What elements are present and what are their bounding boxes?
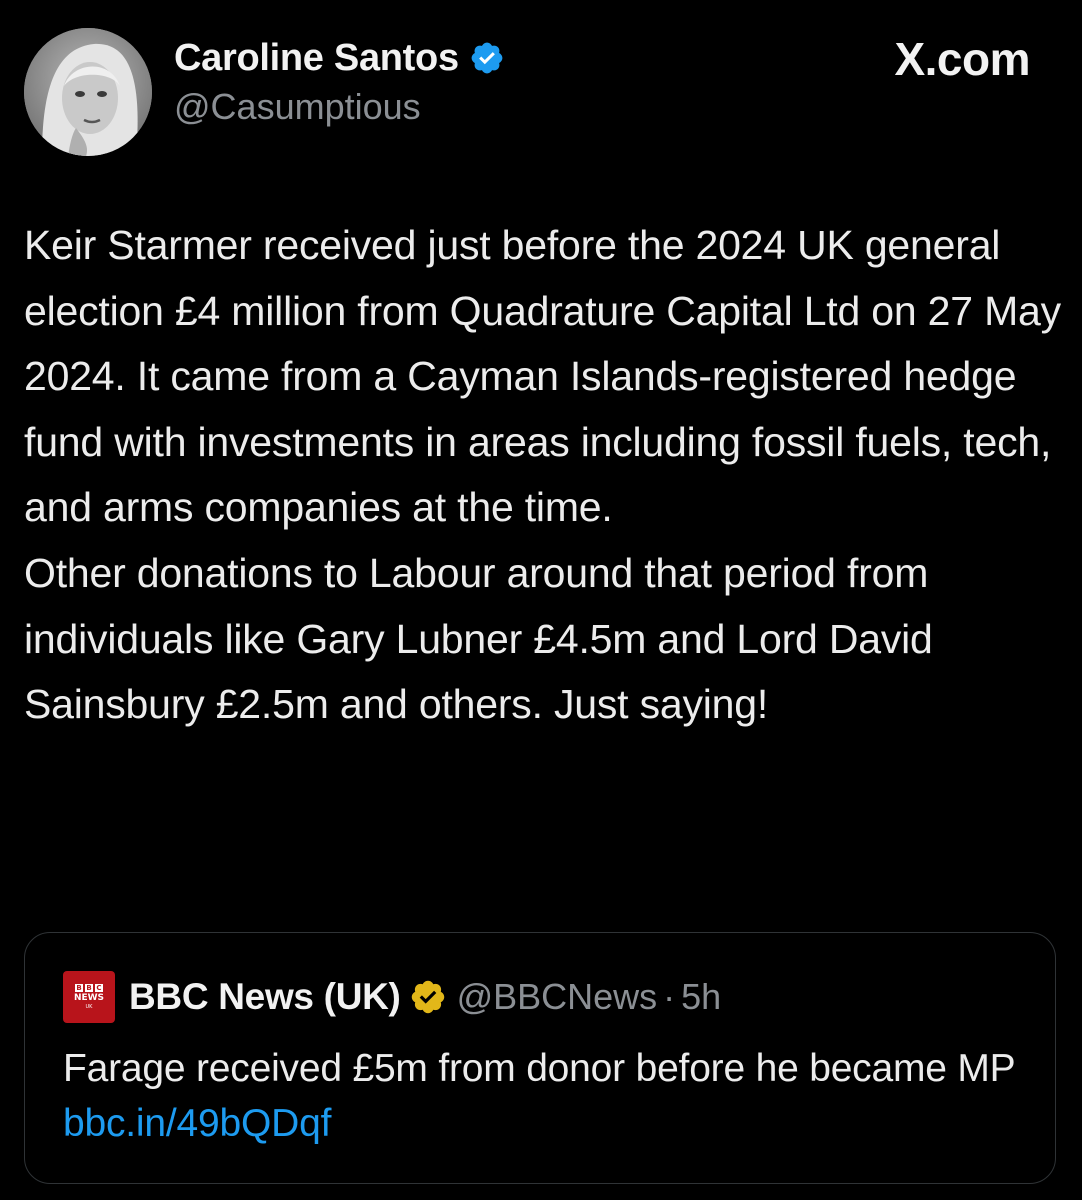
bbc-logo-blocks: B B C [75, 984, 103, 992]
gold-verified-badge-icon [411, 980, 444, 1014]
verified-badge-icon [471, 42, 503, 74]
bbc-logo-uk: UK [85, 1004, 93, 1010]
quoted-tweet-card[interactable]: B B C NEWS UK BBC News (UK) @BBCNews · 5… [24, 932, 1056, 1184]
bbc-news-logo-icon: B B C NEWS UK [63, 971, 115, 1023]
tweet-body: Keir Starmer received just before the 20… [24, 213, 1064, 738]
quoted-tweet-timestamp[interactable]: 5h [681, 976, 721, 1018]
tweet-paragraph-1: Keir Starmer received just before the 20… [24, 222, 1061, 531]
author-name-row: Caroline Santos [174, 34, 505, 82]
separator-dot: · [663, 976, 676, 1017]
avatar[interactable] [24, 28, 152, 156]
author-handle[interactable]: @Casumptious [174, 86, 421, 128]
quoted-tweet-link[interactable]: bbc.in/49bQDqf [63, 1102, 331, 1145]
quoted-author-name[interactable]: BBC News (UK) [129, 976, 401, 1018]
tweet-header: Caroline Santos @Casumptious X.com [24, 28, 1058, 156]
quoted-tweet-body: Farage received £5m from donor before he… [63, 1047, 1015, 1090]
bbc-logo-block: B [75, 984, 83, 992]
quoted-tweet-header: B B C NEWS UK BBC News (UK) @BBCNews · 5… [63, 971, 721, 1023]
bbc-logo-block: C [95, 984, 103, 992]
bbc-logo-block: B [85, 984, 93, 992]
author-name[interactable]: Caroline Santos [174, 37, 459, 80]
bbc-logo-news: NEWS [73, 993, 105, 1003]
quoted-author-handle[interactable]: @BBCNews [457, 976, 658, 1018]
profile-photo-icon [24, 28, 152, 156]
quoted-tweet-text: Farage received £5m from donor before he… [63, 1041, 1023, 1151]
tweet-paragraph-2: Other donations to Labour around that pe… [24, 549, 933, 728]
site-label: X.com [894, 33, 1030, 85]
